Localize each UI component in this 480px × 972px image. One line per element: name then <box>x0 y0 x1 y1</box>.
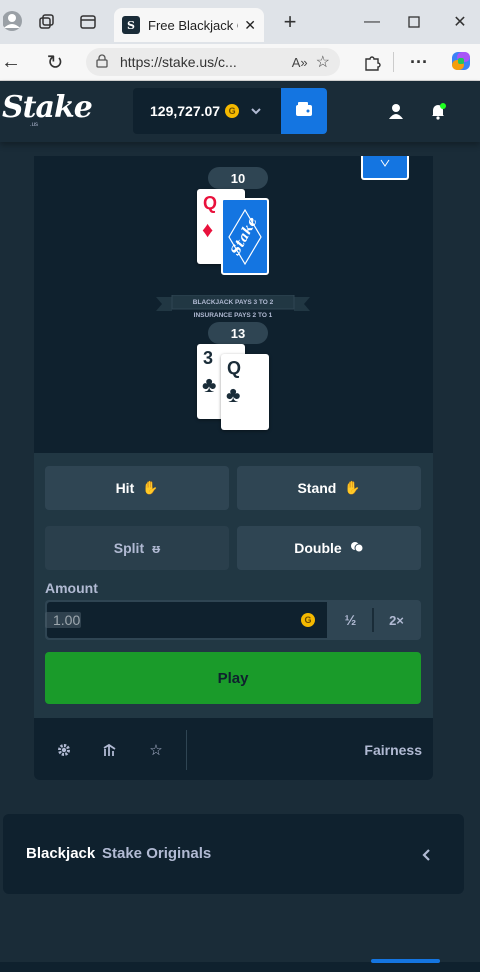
read-aloud-icon[interactable]: A» <box>292 55 308 70</box>
tab-actions-icon[interactable] <box>76 10 100 34</box>
double-chips-icon <box>350 541 364 556</box>
hit-button[interactable]: Hit ✋ <box>45 466 229 510</box>
logo-domain: .us <box>30 122 39 128</box>
dealer-hidden-card: Stake <box>221 198 269 275</box>
bottom-nav-bar <box>0 962 480 972</box>
refresh-icon[interactable]: ↻ <box>42 50 68 74</box>
stake-logo[interactable]: Stake <box>2 90 93 125</box>
amount-coin-icon: G <box>301 613 315 627</box>
favorite-star-icon[interactable]: ☆ <box>316 52 330 72</box>
chevron-left-icon[interactable] <box>416 845 436 865</box>
new-tab-icon[interactable]: + <box>278 9 302 34</box>
chevron-down-icon <box>251 104 261 118</box>
stand-label: Stand <box>297 480 337 496</box>
settings-gear-icon[interactable] <box>53 740 75 760</box>
double-button[interactable]: Double <box>237 526 421 570</box>
toolbar-divider <box>393 52 394 72</box>
blackjack-pays-text: BLACKJACK PAYS 3 TO 2 <box>192 298 274 306</box>
double-label: Double <box>294 540 342 556</box>
stats-chart-icon[interactable] <box>99 740 121 760</box>
gold-coin-icon: G <box>225 104 240 118</box>
double-amount-button[interactable]: 2× <box>374 600 419 640</box>
minimize-icon[interactable]: — <box>360 10 384 34</box>
stake-favicon-icon: S <box>122 16 140 34</box>
split-label: Split <box>113 540 145 556</box>
player-score: 13 <box>208 322 268 344</box>
insurance-pays-text: INSURANCE PAYS 2 TO 1 <box>193 311 273 319</box>
amount-input[interactable] <box>47 602 327 638</box>
back-icon[interactable]: ← <box>0 50 22 74</box>
deck-card-back <box>361 156 409 180</box>
close-window-icon[interactable]: ✕ <box>448 10 472 34</box>
extensions-icon[interactable] <box>360 50 384 74</box>
wallet-icon <box>295 101 313 122</box>
section-title: Blackjack <box>26 845 96 862</box>
footer-divider <box>186 730 187 770</box>
section-subtitle[interactable]: Stake Originals <box>102 845 211 862</box>
close-tab-icon[interactable]: ✕ <box>244 17 256 34</box>
maximize-icon[interactable] <box>402 10 426 34</box>
club-suit-icon: ♣ <box>226 382 241 407</box>
bottom-nav-indicator <box>371 959 440 963</box>
club-suit-icon: ♣ <box>202 372 217 397</box>
play-button[interactable]: Play <box>45 652 421 704</box>
favorite-star-icon[interactable]: ☆ <box>145 740 167 760</box>
user-icon[interactable] <box>384 100 408 122</box>
profile-icon[interactable] <box>0 6 28 36</box>
split-icon: ᵿ <box>152 540 161 556</box>
collections-icon[interactable] <box>34 10 58 34</box>
hit-label: Hit <box>115 480 135 496</box>
half-button[interactable]: ½ <box>329 600 372 640</box>
balance-selector[interactable]: 129,727.07 G <box>133 88 281 134</box>
split-button[interactable]: Split ᵿ <box>45 526 229 570</box>
stand-button[interactable]: Stand ✋ <box>237 466 421 510</box>
copilot-icon[interactable] <box>448 48 474 74</box>
card-rank: 3 <box>203 348 214 368</box>
lock-icon <box>96 53 112 71</box>
player-card: Q ♣ <box>221 354 269 430</box>
hit-hand-icon: ✋ <box>142 480 159 495</box>
tab-title: Free Blackjack Or <box>148 17 238 33</box>
balance-amount: 129,727.07 <box>150 103 221 119</box>
url-field[interactable]: https://stake.us/c... A» ☆ <box>86 48 340 76</box>
url-text: https://stake.us/c... <box>120 54 237 70</box>
dealer-score: 10 <box>208 167 268 189</box>
card-rank: Q <box>227 358 242 378</box>
diamond-suit-icon: ♦ <box>202 217 214 242</box>
notifications-icon[interactable] <box>426 100 450 122</box>
more-menu-icon[interactable]: ··· <box>406 50 432 74</box>
wallet-button[interactable] <box>281 88 327 134</box>
card-rank: Q <box>203 193 218 213</box>
amount-selection-highlight <box>45 612 81 628</box>
stand-hand-icon: ✋ <box>344 480 361 495</box>
browser-tab[interactable]: S Free Blackjack Or ✕ <box>114 8 264 42</box>
fairness-link[interactable]: Fairness <box>352 742 422 760</box>
amount-label: Amount <box>45 580 98 596</box>
